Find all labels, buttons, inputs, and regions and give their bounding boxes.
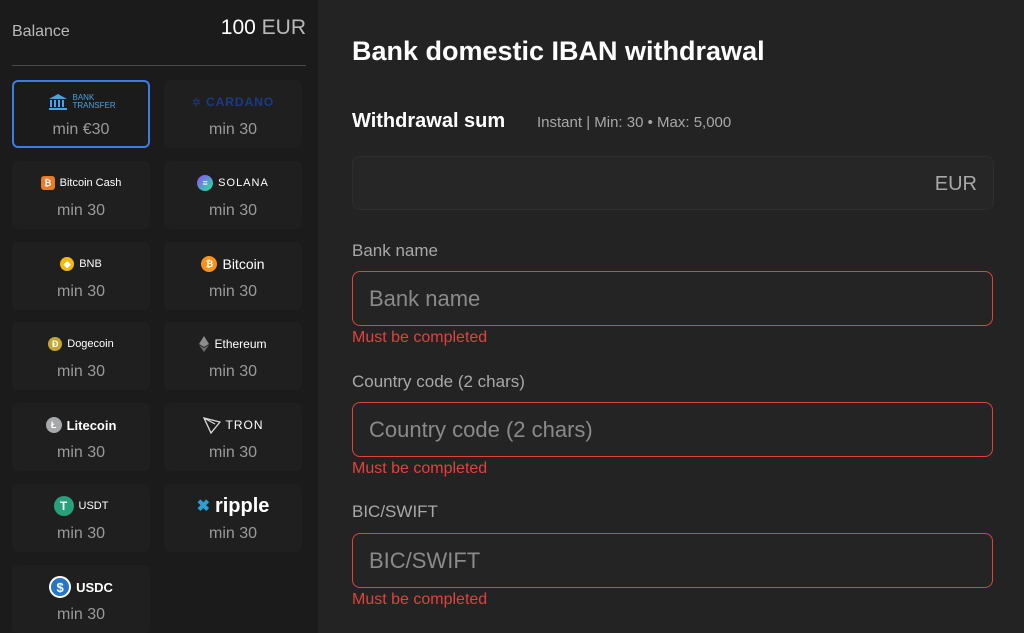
bitcoin-icon: ₿ — [201, 256, 218, 272]
tron-logo: TRON — [164, 415, 302, 435]
method-usdc[interactable]: $ USDC min 30 — [12, 565, 150, 633]
country-code-input[interactable] — [352, 402, 993, 457]
bank-name-error: Must be completed — [352, 329, 488, 346]
bitcoin-cash-icon: ₿ — [40, 176, 55, 190]
method-name: Dogecoin — [67, 338, 114, 350]
method-name: SOLANA — [218, 177, 269, 189]
method-name: Litecoin — [66, 417, 117, 433]
cardano-logo: ✲ CARDANO — [164, 92, 302, 112]
method-min: min 30 — [56, 363, 106, 380]
method-bank-transfer[interactable]: BANK TRANSFER min €30 — [12, 80, 150, 148]
dogecoin-icon: Ð — [48, 337, 63, 351]
withdrawal-form: Bank domestic IBAN withdrawal Withdrawal… — [318, 0, 1024, 633]
method-name: CARDANO — [205, 95, 275, 109]
balance-value: 100 — [220, 16, 256, 39]
method-dogecoin[interactable]: Ð Dogecoin min 30 — [12, 322, 150, 390]
balance-amount: 100 EUR — [221, 16, 306, 40]
method-cardano[interactable]: ✲ CARDANO min 30 — [164, 80, 302, 148]
method-min: min 30 — [56, 283, 106, 300]
usdc-logo: $ USDC — [12, 576, 150, 598]
bic-swift-input[interactable] — [352, 533, 993, 588]
dogecoin-logo: Ð Dogecoin — [12, 334, 150, 354]
method-name: Ethereum — [214, 337, 267, 351]
method-name: BNB — [79, 258, 102, 270]
method-min: min 30 — [56, 202, 106, 219]
country-code-label: Country code (2 chars) — [352, 372, 525, 391]
method-name: BANK TRANSFER — [72, 93, 116, 110]
cardano-icon: ✲ — [191, 96, 201, 109]
method-litecoin[interactable]: Ł Litecoin min 30 — [12, 403, 150, 471]
method-min: min 30 — [208, 525, 258, 542]
method-min: min 30 — [208, 283, 258, 300]
country-code-error: Must be completed — [352, 460, 488, 477]
balance-label: Balance — [12, 23, 70, 40]
bank-name-label: Bank name — [352, 241, 438, 260]
method-name: Bitcoin — [222, 256, 265, 272]
method-name: USDC — [76, 579, 113, 595]
ripple-icon: ✖ — [196, 498, 210, 515]
method-ethereum[interactable]: Ethereum min 30 — [164, 322, 302, 390]
bnb-logo: ◆ BNB — [12, 254, 150, 274]
method-tron[interactable]: TRON min 30 — [164, 403, 302, 471]
usdc-icon: $ — [49, 576, 72, 598]
method-min: min 30 — [56, 525, 106, 542]
method-name: ripple — [214, 494, 270, 517]
method-solana[interactable]: ≡ SOLANA min 30 — [164, 161, 302, 229]
method-bitcoin[interactable]: ₿ Bitcoin min 30 — [164, 242, 302, 310]
sum-currency: EUR — [934, 173, 977, 195]
method-name: Bitcoin Cash — [59, 177, 122, 189]
method-min: min 30 — [56, 606, 106, 623]
method-bitcoin-cash[interactable]: ₿ Bitcoin Cash min 30 — [12, 161, 150, 229]
litecoin-icon: Ł — [45, 417, 62, 433]
method-min: min 30 — [208, 202, 258, 219]
tron-icon — [202, 417, 221, 434]
bitcoin-logo: ₿ Bitcoin — [164, 254, 302, 274]
solana-icon: ≡ — [197, 175, 214, 191]
method-usdt[interactable]: T USDT min 30 — [12, 484, 150, 552]
method-ripple[interactable]: ✖ ripple min 30 — [164, 484, 302, 552]
method-min: min 30 — [208, 444, 258, 461]
method-name: TRON — [225, 418, 264, 432]
withdrawal-sum-info: Instant | Min: 30 • Max: 5,000 — [537, 114, 732, 131]
solana-logo: ≡ SOLANA — [164, 173, 302, 193]
litecoin-logo: Ł Litecoin — [12, 415, 150, 435]
withdrawal-sum-title: Withdrawal sum — [352, 110, 506, 132]
method-min: min €30 — [52, 121, 110, 138]
bnb-icon: ◆ — [60, 257, 75, 271]
ethereum-logo: Ethereum — [164, 334, 302, 354]
balance-row: Balance 100 EUR — [12, 14, 306, 66]
usdt-icon: T — [53, 496, 74, 516]
ethereum-icon — [199, 336, 210, 352]
bank-transfer-logo: BANK TRANSFER — [14, 92, 148, 112]
method-min: min 30 — [208, 363, 258, 380]
ripple-logo: ✖ ripple — [164, 494, 302, 517]
withdrawal-sum-input[interactable]: EUR — [352, 156, 994, 210]
method-bnb[interactable]: ◆ BNB min 30 — [12, 242, 150, 310]
bic-swift-error: Must be completed — [352, 591, 488, 608]
balance-currency: EUR — [261, 16, 306, 39]
page-title: Bank domestic IBAN withdrawal — [352, 36, 765, 66]
method-min: min 30 — [208, 121, 258, 138]
method-min: min 30 — [56, 444, 106, 461]
payment-method-sidebar: Balance 100 EUR BANK TRANSFER min €30 ✲ … — [0, 0, 318, 633]
bank-name-input[interactable] — [352, 271, 993, 326]
usdt-logo: T USDT — [12, 496, 150, 516]
bic-swift-label: BIC/SWIFT — [352, 502, 438, 521]
bank-icon — [48, 94, 67, 110]
method-name: USDT — [78, 500, 109, 512]
bitcoin-cash-logo: ₿ Bitcoin Cash — [12, 173, 150, 193]
